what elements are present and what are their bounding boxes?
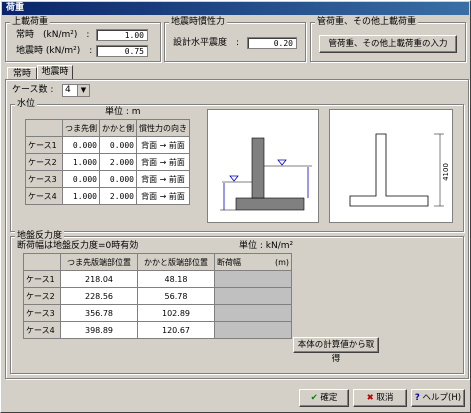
- heel-reaction-cell: 56.78: [137, 287, 215, 305]
- heel-reaction-cell: 48.18: [137, 270, 215, 288]
- toe-water-cell[interactable]: 1.000: [62, 153, 100, 171]
- help-label: ヘルプ(H): [422, 393, 462, 403]
- inertia-dir-cell[interactable]: 背面 → 前面: [136, 136, 190, 154]
- tab-panel: ケース数 : 4 ▼ 水位 単位 : m つま先側 かかと側 慣性力の向き ケー…: [5, 79, 469, 379]
- case-label: ケース1: [25, 136, 63, 154]
- toe-water-cell[interactable]: 0.000: [62, 136, 100, 154]
- case-label: ケース3: [25, 170, 63, 188]
- case-count-value: 4: [65, 85, 71, 95]
- toe-reaction-cell: 356.78: [60, 304, 138, 322]
- case-label: ケース2: [25, 153, 63, 171]
- normal-load-field[interactable]: 1.00: [96, 29, 148, 41]
- water-level-diagram: [207, 109, 319, 223]
- check-icon: ✔: [310, 393, 318, 403]
- case-label: ケース4: [25, 187, 63, 205]
- case-label: ケース1: [23, 270, 61, 288]
- unload-width-cell: [214, 321, 292, 339]
- table-row: ケース1 218.04 48.18: [23, 270, 292, 288]
- table-row: ケース4 398.89 120.67: [23, 321, 292, 339]
- ground-reaction-table: つま先版端部位置 かかと版端部位置 断荷幅 (m) ケース1 218.04 48…: [23, 253, 292, 339]
- ground-header-heel: かかと版端部位置: [137, 253, 215, 271]
- water-header-toe: つま先側: [62, 119, 100, 137]
- heel-water-cell[interactable]: 2.000: [99, 187, 137, 205]
- heel-reaction-cell: 120.67: [137, 321, 215, 339]
- pipe-load-input-button[interactable]: 管荷重、その他上載荷重の入力: [319, 35, 457, 53]
- water-level-table: つま先側 かかと側 慣性力の向き ケース1 0.000 0.000 背面 → 前…: [25, 119, 190, 205]
- table-row: ケース4 1.000 2.000 背面 → 前面: [25, 187, 190, 205]
- heel-water-cell[interactable]: 2.000: [99, 153, 137, 171]
- toe-reaction-cell: 228.56: [60, 287, 138, 305]
- cancel-label: 取消: [376, 393, 394, 403]
- toe-water-cell[interactable]: 1.000: [62, 187, 100, 205]
- case-count-label: ケース数 :: [12, 85, 54, 95]
- ground-header-width: 断荷幅: [214, 253, 251, 271]
- inertia-dir-cell[interactable]: 背面 → 前面: [136, 170, 190, 188]
- unload-width-cell: [214, 270, 292, 288]
- unload-width-cell: [214, 287, 292, 305]
- wall-height-label: 4100: [442, 163, 450, 181]
- load-dialog: 荷重 上載荷重 常時 (kN/m²) : 1.00 地震時 (kN/m²) : …: [0, 0, 471, 413]
- inertia-dir-cell[interactable]: 背面 → 前面: [136, 187, 190, 205]
- upper-load-title: 上載荷重: [10, 17, 51, 28]
- water-header-heel: かかと側: [99, 119, 137, 137]
- tab-quake[interactable]: 地震時: [37, 65, 73, 80]
- normal-load-label: 常時 (kN/m²) :: [16, 30, 90, 40]
- ground-unit-label: 単位 : kN/m²: [239, 241, 294, 251]
- retaining-wall-water-icon: [220, 137, 312, 211]
- water-level-title: 水位: [15, 99, 38, 110]
- case-count-select[interactable]: 4 ▼: [62, 84, 90, 97]
- heel-reaction-cell: 102.89: [137, 304, 215, 322]
- inertia-dir-cell[interactable]: 背面 → 前面: [136, 153, 190, 171]
- ground-header-blank: [23, 253, 61, 271]
- upper-load-group: 上載荷重 常時 (kN/m²) : 1.00 地震時 (kN/m²) : 0.7…: [5, 17, 161, 62]
- ground-note-label: 断荷幅は地盤反力度=0時有効: [17, 241, 139, 251]
- cancel-button[interactable]: ✖ 取消: [353, 389, 407, 407]
- table-row: ケース1 0.000 0.000 背面 → 前面: [25, 136, 190, 154]
- chevron-down-icon[interactable]: ▼: [77, 85, 89, 96]
- toe-water-cell[interactable]: 0.000: [62, 170, 100, 188]
- retaining-wall-outline-icon: 4100: [349, 133, 450, 207]
- table-row: ケース3 356.78 102.89: [23, 304, 292, 322]
- seismic-coef-field[interactable]: 0.20: [247, 37, 297, 49]
- quake-load-field[interactable]: 0.75: [96, 45, 148, 57]
- quake-load-label: 地震時 (kN/m²) :: [16, 46, 93, 56]
- toe-reaction-cell: 398.89: [60, 321, 138, 339]
- pipe-load-title: 管荷重、その他上載荷重: [315, 17, 419, 28]
- table-row: ケース2 1.000 2.000 背面 → 前面: [25, 153, 190, 171]
- heel-water-cell[interactable]: 0.000: [99, 136, 137, 154]
- seismic-inertia-title: 地震時慣性力: [169, 17, 228, 28]
- water-unit-label: 単位 : m: [105, 107, 141, 117]
- table-row: ケース2 228.56 56.78: [23, 287, 292, 305]
- water-header-blank: [25, 119, 63, 137]
- ok-label: 確定: [320, 393, 338, 403]
- table-row: ケース3 0.000 0.000 背面 → 前面: [25, 170, 190, 188]
- help-icon: ?: [414, 393, 420, 403]
- help-button[interactable]: ? ヘルプ(H): [411, 389, 465, 407]
- fetch-from-body-button[interactable]: 本体の計算値から取得: [293, 337, 379, 364]
- water-header-dir: 慣性力の向き: [136, 119, 190, 137]
- toe-reaction-cell: 218.04: [60, 270, 138, 288]
- seismic-inertia-group: 地震時慣性力 設計水平震度 : 0.20: [164, 17, 306, 62]
- ok-button[interactable]: ✔ 確定: [299, 389, 349, 407]
- window-title: 荷重: [6, 3, 25, 13]
- title-bar: 荷重: [2, 2, 469, 15]
- wall-dimension-diagram: 4100: [329, 109, 453, 223]
- unload-width-cell: [214, 304, 292, 322]
- close-icon: ✖: [366, 393, 374, 403]
- water-level-group: 水位 単位 : m つま先側 かかと側 慣性力の向き ケース1 0.000 0.…: [10, 99, 464, 232]
- ground-reaction-group: 地盤反力度 断荷幅は地盤反力度=0時有効 単位 : kN/m² つま先版端部位置…: [10, 231, 464, 374]
- case-label: ケース2: [23, 287, 61, 305]
- case-label: ケース3: [23, 304, 61, 322]
- ground-header-toe: つま先版端部位置: [60, 253, 138, 271]
- heel-water-cell[interactable]: 0.000: [99, 170, 137, 188]
- seismic-coef-label: 設計水平震度 :: [173, 38, 240, 48]
- ground-header-unit: (m): [251, 253, 292, 271]
- case-label: ケース4: [23, 321, 61, 339]
- pipe-load-group: 管荷重、その他上載荷重 管荷重、その他上載荷重の入力: [310, 17, 466, 62]
